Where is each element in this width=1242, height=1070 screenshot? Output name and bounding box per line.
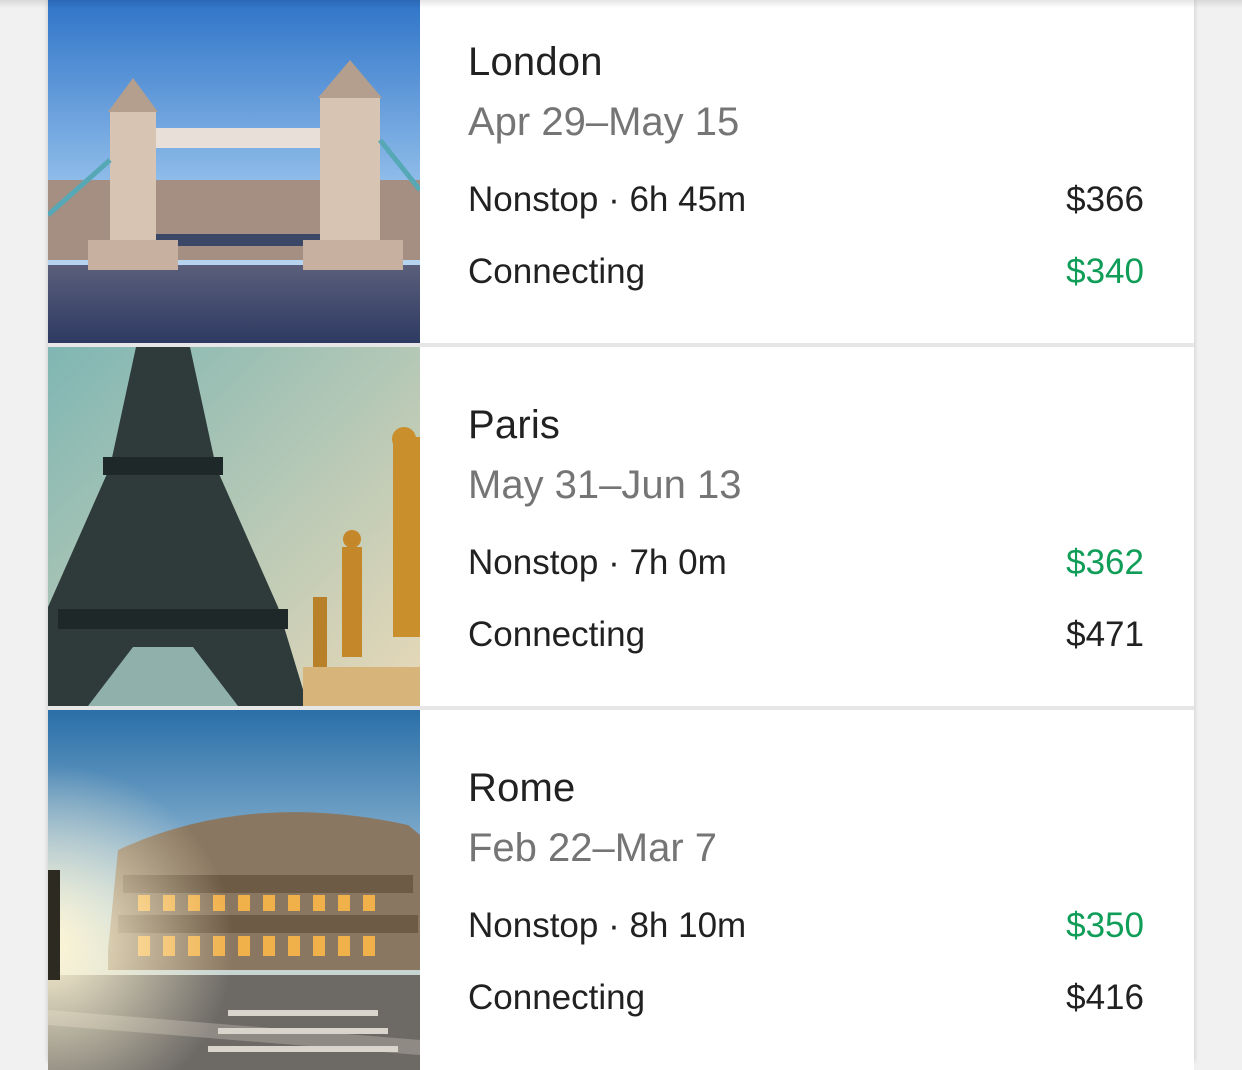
destination-city: London: [468, 40, 603, 84]
nonstop-price: $362: [1066, 543, 1144, 582]
connecting-label: Connecting: [468, 978, 646, 1017]
nonstop-label: Nonstop · 6h 45m: [468, 180, 747, 219]
colosseum-photo: [48, 710, 420, 1070]
destination-card-rome[interactable]: Rome Feb 22–Mar 7 Nonstop · 8h 10m $350 …: [48, 710, 1194, 1070]
connecting-option[interactable]: Connecting $471: [468, 615, 1144, 659]
destination-card-paris[interactable]: Paris May 31–Jun 13 Nonstop · 7h 0m $362…: [48, 347, 1194, 706]
connecting-price: $471: [1066, 615, 1144, 654]
connecting-label: Connecting: [468, 615, 646, 654]
tower-bridge-photo: [48, 0, 420, 343]
connecting-price: $340: [1066, 252, 1144, 291]
connecting-option[interactable]: Connecting $340: [468, 252, 1144, 296]
nonstop-label: Nonstop · 7h 0m: [468, 543, 727, 582]
destination-city: Rome: [468, 766, 576, 810]
destination-dates: Apr 29–May 15: [468, 100, 740, 144]
destination-info: London Apr 29–May 15 Nonstop · 6h 45m $3…: [468, 0, 1144, 343]
destination-list: London Apr 29–May 15 Nonstop · 6h 45m $3…: [48, 0, 1194, 1070]
top-shadow: [0, 0, 1242, 8]
nonstop-price: $366: [1066, 180, 1144, 219]
nonstop-label: Nonstop · 8h 10m: [468, 906, 747, 945]
nonstop-option[interactable]: Nonstop · 7h 0m $362: [468, 543, 1144, 587]
destination-dates: Feb 22–Mar 7: [468, 826, 718, 870]
connecting-label: Connecting: [468, 252, 646, 291]
nonstop-option[interactable]: Nonstop · 6h 45m $366: [468, 180, 1144, 224]
destination-info: Rome Feb 22–Mar 7 Nonstop · 8h 10m $350 …: [468, 710, 1144, 1070]
destination-info: Paris May 31–Jun 13 Nonstop · 7h 0m $362…: [468, 347, 1144, 706]
destination-card-london[interactable]: London Apr 29–May 15 Nonstop · 6h 45m $3…: [48, 0, 1194, 343]
destination-city: Paris: [468, 403, 561, 447]
connecting-price: $416: [1066, 978, 1144, 1017]
eiffel-tower-photo: [48, 347, 420, 706]
nonstop-price: $350: [1066, 906, 1144, 945]
connecting-option[interactable]: Connecting $416: [468, 978, 1144, 1022]
destination-dates: May 31–Jun 13: [468, 463, 742, 507]
nonstop-option[interactable]: Nonstop · 8h 10m $350: [468, 906, 1144, 950]
